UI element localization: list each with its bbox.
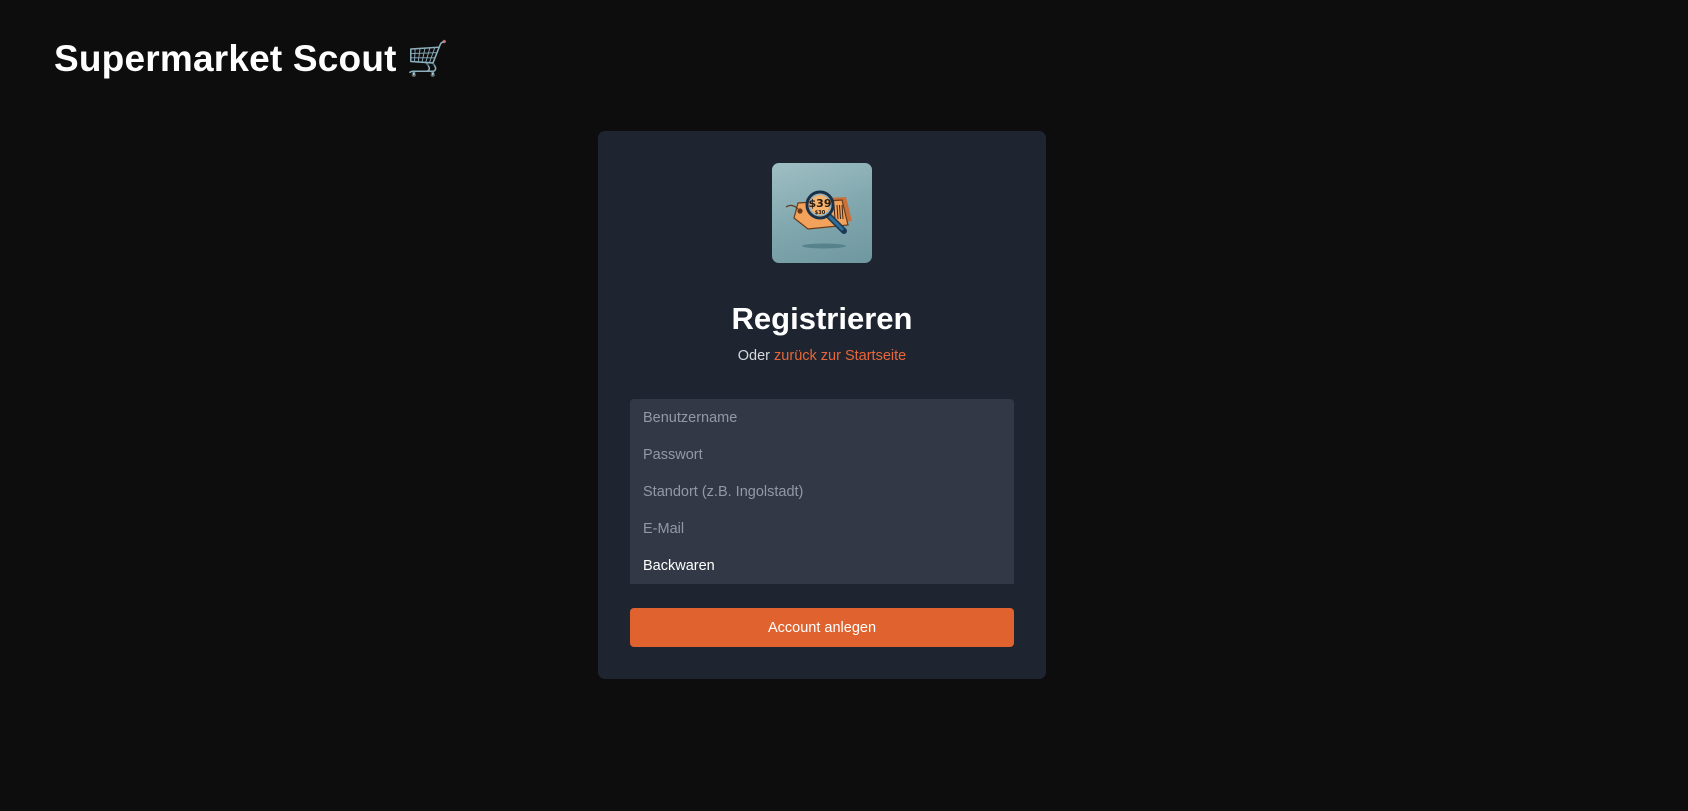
location-field[interactable] [630,473,1014,510]
category-select[interactable]: Backwaren [630,547,1014,584]
create-account-button[interactable]: Account anlegen [630,608,1014,647]
register-form: Backwaren [630,399,1014,584]
app-title-text: Supermarket Scout [54,38,397,79]
back-to-home-link[interactable]: zurück zur Startseite [774,348,906,364]
price-tag-magnifier-icon: $39 $30 [772,163,872,263]
username-field[interactable] [630,399,1014,436]
email-field[interactable] [630,510,1014,547]
register-card: $39 $30 Registrieren Oder zurück zur Sta… [598,131,1046,679]
page-title: Registrieren [731,301,913,336]
back-to-home-line: Oder zurück zur Startseite [598,348,1046,364]
subtext-prefix: Oder [737,348,771,364]
logo-price-sub: $30 [815,210,826,216]
password-field[interactable] [630,436,1014,473]
app-title: Supermarket Scout 🛒 [54,38,449,80]
shopping-cart-icon: 🛒 [406,40,450,78]
logo-price-main: $39 [809,197,832,210]
category-select-value: Backwaren [643,557,715,574]
